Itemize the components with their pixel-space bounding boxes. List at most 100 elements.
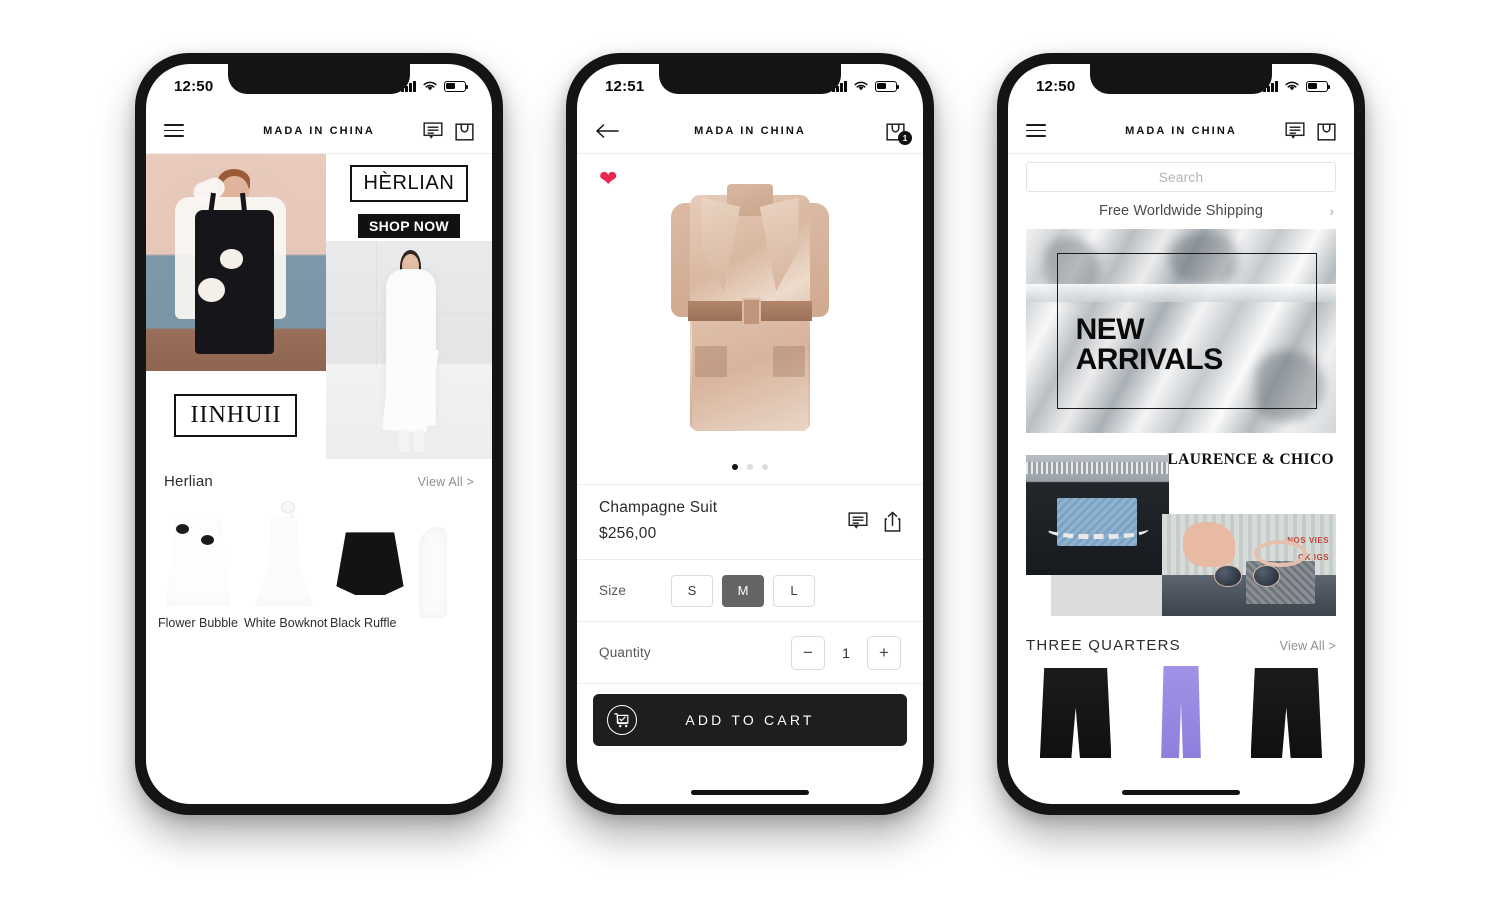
app-nav-bar: MADA IN CHINA [1008, 108, 1354, 154]
search-placeholder: Search [1158, 169, 1204, 185]
quantity-increase-button[interactable]: + [867, 635, 901, 670]
phone-home-screen: 12:50 MADA IN CHINA IINHUII HÈRLIAN SHOP… [146, 64, 492, 804]
collab-block-laurence-chico[interactable]: LAURENCE & CHICO NOS VIES OK IGS [1026, 447, 1336, 623]
product-hero-image[interactable] [577, 174, 923, 450]
quantity-decrease-button[interactable]: − [791, 635, 825, 670]
search-area: Search [1008, 154, 1354, 192]
back-arrow-icon[interactable] [595, 123, 619, 139]
shopping-bag-icon[interactable] [1317, 120, 1336, 141]
add-to-cart-button[interactable]: ADD TO CART [593, 694, 907, 746]
product-price: $256,00 [599, 525, 657, 542]
product-image-partial [416, 514, 450, 622]
hero-column-right: HÈRLIAN SHOP NOW [325, 154, 492, 459]
quantity-stepper[interactable]: − 1 + [791, 635, 901, 670]
section-title-three-quarters: THREE QUARTERS [1026, 637, 1181, 654]
gallery-dot-3[interactable] [762, 464, 768, 470]
product-title: Champagne Suit [599, 499, 718, 516]
app-nav-bar: MADA IN CHINA [146, 108, 492, 154]
product-action-icons [848, 511, 901, 532]
shop-now-button[interactable]: SHOP NOW [357, 214, 460, 238]
product-card[interactable]: Flower Bubble [158, 500, 238, 630]
size-options[interactable]: S M L [671, 574, 815, 607]
size-selector-row[interactable]: Size S M L [577, 560, 923, 622]
view-all-link-three-quarters[interactable]: View All > [1280, 639, 1336, 653]
banner-heading: NEW ARRIVALS [1075, 312, 1224, 377]
home-indicator [691, 790, 809, 795]
hamburger-menu-icon[interactable] [1026, 124, 1046, 137]
product-gallery[interactable]: ❤ [577, 154, 923, 484]
chevron-right-icon[interactable]: › [1329, 203, 1334, 219]
banner-line-2: ARRIVALS [1075, 343, 1224, 377]
app-nav-bar: MADA IN CHINA 1 [577, 108, 923, 154]
phone-discover: 12:50 MADA IN CHINA Search Free Worldwid… [997, 53, 1365, 815]
size-option-l[interactable]: L [773, 574, 815, 607]
brand-tile-iinhuii[interactable]: IINHUII [146, 371, 326, 459]
home-hero-grid: IINHUII HÈRLIAN SHOP NOW [146, 154, 492, 459]
gallery-dot-1[interactable] [732, 464, 738, 470]
chat-bubble-icon[interactable] [848, 512, 868, 530]
gallery-pagination-dots[interactable] [577, 464, 923, 470]
phone-discover-screen: 12:50 MADA IN CHINA Search Free Worldwid… [1008, 64, 1354, 804]
size-label: Size [599, 583, 627, 598]
status-indicators [1263, 80, 1331, 92]
nav-left-slot [1026, 124, 1092, 137]
product-name: Flower Bubble [158, 616, 238, 630]
status-time: 12:50 [1036, 77, 1076, 95]
home-product-carousel[interactable]: Flower Bubble White Bowknot Black Ruffle [146, 496, 492, 630]
collab-image-hand-sunglasses[interactable]: NOS VIES OK IGS [1162, 513, 1336, 616]
phone-product-screen: 12:51 MADA IN CHINA 1 ❤ Champagne Suit $… [577, 64, 923, 804]
status-time: 12:50 [174, 77, 214, 95]
chat-bubble-icon[interactable] [1285, 121, 1305, 140]
device-notch [659, 64, 841, 94]
shopping-bag-icon[interactable]: 1 [886, 120, 912, 145]
hero-image-model-ruffle[interactable] [325, 241, 492, 459]
quantity-row[interactable]: Quantity − 1 + [577, 622, 923, 684]
product-card[interactable] [1237, 664, 1336, 760]
hero-image-model-pinafore[interactable] [146, 154, 326, 371]
gallery-dot-2[interactable] [747, 464, 753, 470]
hamburger-menu-icon[interactable] [164, 124, 184, 137]
shipping-banner-row[interactable]: Free Worldwide Shipping › [1008, 192, 1354, 229]
status-indicators [832, 80, 900, 92]
product-image-lavender-jeans [1161, 665, 1201, 759]
cart-count-badge: 1 [898, 131, 912, 145]
battery-icon [1306, 80, 1331, 92]
wifi-icon [854, 81, 868, 91]
product-content[interactable]: ❤ Champagne Suit $256,00 Size S M L Quan… [577, 154, 923, 804]
device-notch [1090, 64, 1272, 94]
product-image-black-ruffle [330, 500, 410, 608]
screenshot-stage: 12:50 MADA IN CHINA IINHUII HÈRLIAN SHOP… [0, 0, 1500, 900]
discover-section-header: THREE QUARTERS View All > [1008, 623, 1354, 660]
product-card[interactable]: Black Ruffle [330, 500, 410, 630]
product-card[interactable] [1131, 664, 1230, 760]
brand-badge-iinhuii: IINHUII [174, 393, 298, 437]
home-section-header: Herlian View All > [146, 459, 492, 496]
section-title-herlian: Herlian [164, 473, 213, 490]
new-arrivals-banner[interactable]: NEW ARRIVALS [1026, 229, 1336, 433]
share-icon[interactable] [884, 511, 901, 532]
search-input[interactable]: Search [1026, 162, 1336, 192]
size-option-m[interactable]: M [722, 574, 764, 607]
nav-left-slot [164, 124, 230, 137]
status-time: 12:51 [605, 77, 645, 95]
home-content[interactable]: IINHUII HÈRLIAN SHOP NOW Herlian View Al… [146, 154, 492, 804]
product-card-partial[interactable] [416, 514, 450, 630]
brand-tile-herlian[interactable]: HÈRLIAN SHOP NOW [325, 154, 492, 241]
discover-content[interactable]: Search Free Worldwide Shipping › NEW ARR… [1008, 154, 1354, 804]
nav-right-slot: 1 [839, 120, 912, 145]
product-card[interactable]: White Bowknot [244, 500, 327, 630]
view-all-link-herlian[interactable]: View All > [418, 475, 474, 489]
quantity-value: 1 [842, 644, 850, 661]
product-card[interactable] [1026, 664, 1125, 760]
product-image-black-slim-trousers [1250, 667, 1323, 759]
status-indicators [401, 80, 469, 92]
three-quarters-carousel[interactable] [1008, 660, 1354, 760]
shopping-bag-icon[interactable] [455, 120, 474, 141]
product-image-black-wide-trousers [1039, 667, 1112, 759]
size-option-s[interactable]: S [671, 574, 713, 607]
add-to-cart-area: ADD TO CART [577, 684, 923, 746]
wifi-icon [1285, 81, 1299, 91]
banner-line-1: NEW [1075, 312, 1145, 346]
collab-image-chain-bag[interactable] [1026, 455, 1169, 575]
chat-bubble-icon[interactable] [423, 121, 443, 140]
